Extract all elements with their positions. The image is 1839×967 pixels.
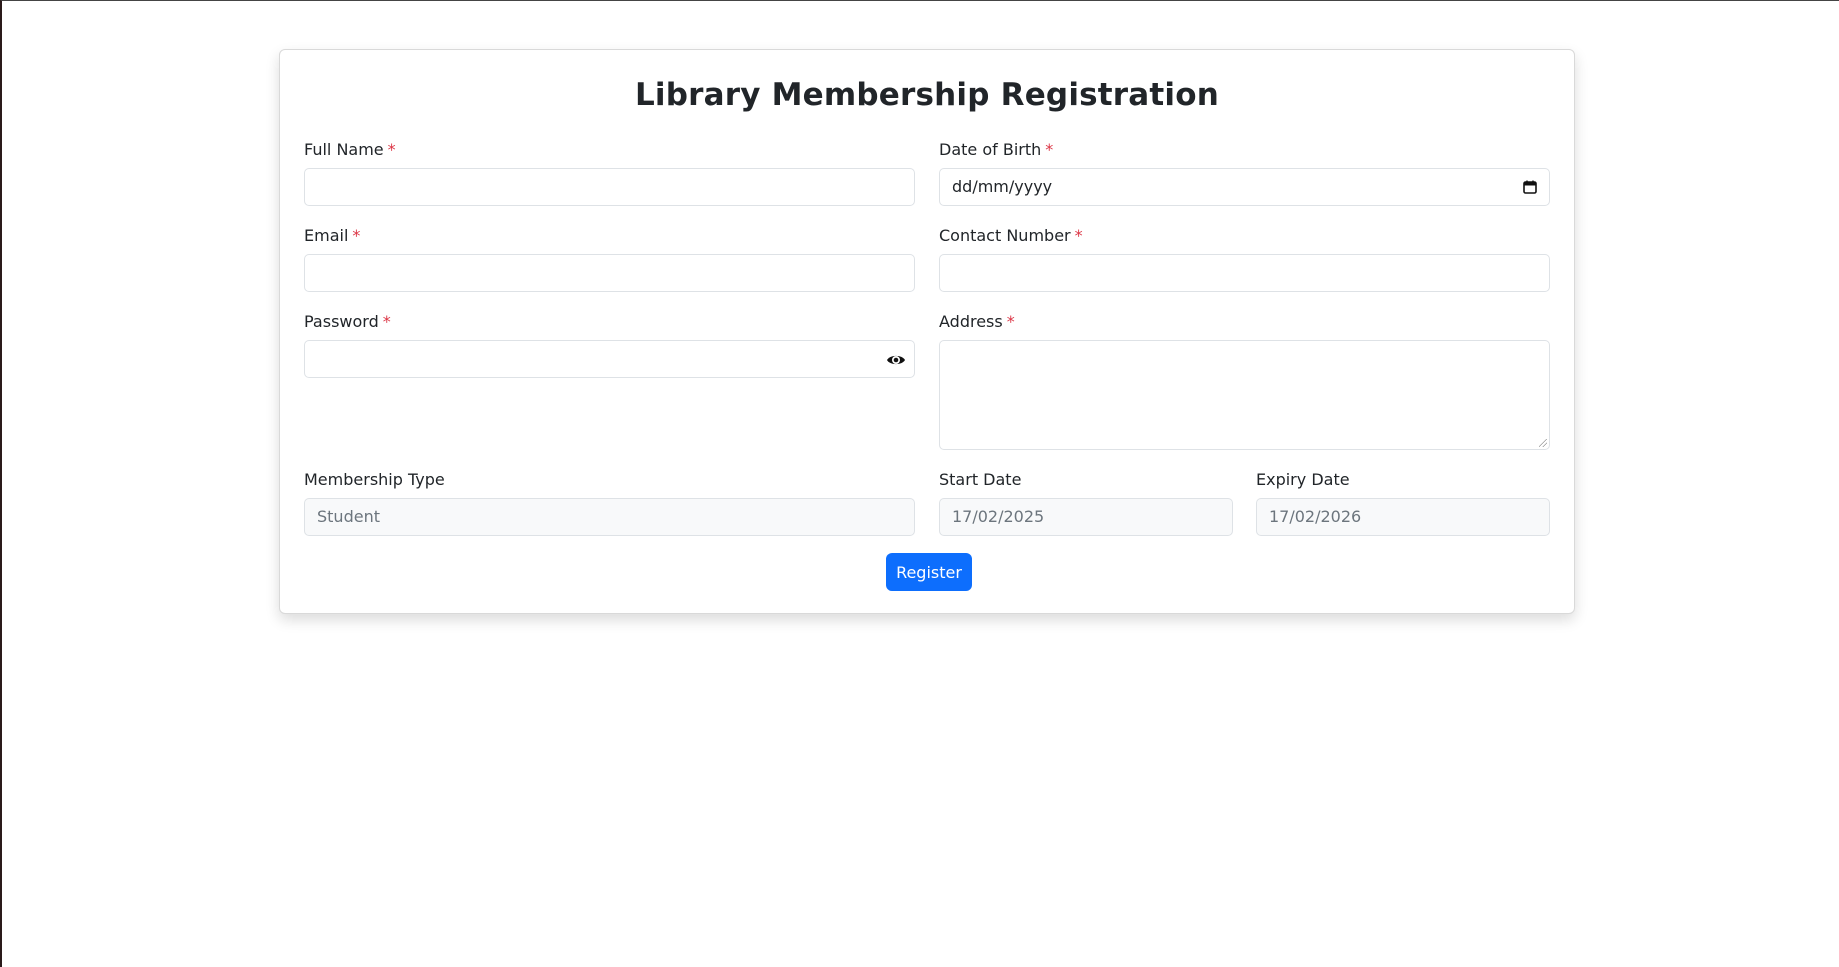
start-date-input: 17/02/2025 [939, 498, 1233, 536]
membership-type-input: Student [304, 498, 915, 536]
date-of-birth-input[interactable]: dd/mm/yyyy [939, 168, 1550, 206]
date-of-birth-placeholder: dd/mm/yyyy [952, 177, 1053, 196]
password-label: Password * [304, 312, 391, 332]
email-label: Email * [304, 226, 360, 246]
page-title: Library Membership Registration [634, 77, 1220, 113]
required-marker: * [1074, 226, 1083, 245]
date-of-birth-label-text: Date of Birth [939, 140, 1042, 159]
email-label-text: Email [304, 226, 349, 245]
password-input[interactable] [304, 340, 915, 378]
membership-type-label: Membership Type [304, 470, 445, 489]
expiry-date-input: 17/02/2026 [1256, 498, 1550, 536]
contact-number-input[interactable] [939, 254, 1550, 292]
eye-icon[interactable] [886, 350, 906, 370]
calendar-icon[interactable] [1523, 180, 1537, 194]
start-date-label: Start Date [939, 470, 1022, 489]
address-label-text: Address [939, 312, 1003, 331]
contact-number-label: Contact Number * [939, 226, 1083, 246]
full-name-label: Full Name * [304, 140, 396, 160]
expiry-date-label: Expiry Date [1256, 470, 1350, 489]
register-button[interactable]: Register [886, 553, 972, 591]
required-marker: * [1006, 312, 1015, 331]
password-label-text: Password [304, 312, 379, 331]
required-marker: * [387, 140, 396, 159]
address-textarea[interactable] [939, 340, 1550, 450]
address-label: Address * [939, 312, 1015, 332]
date-of-birth-label: Date of Birth * [939, 140, 1053, 160]
email-input[interactable] [304, 254, 915, 292]
registration-card: Library Membership Registration Full Nam… [279, 49, 1575, 614]
required-marker: * [352, 226, 361, 245]
full-name-input[interactable] [304, 168, 915, 206]
required-marker: * [382, 312, 391, 331]
required-marker: * [1045, 140, 1054, 159]
resize-handle-icon[interactable] [1539, 439, 1547, 447]
full-name-label-text: Full Name [304, 140, 384, 159]
contact-number-label-text: Contact Number [939, 226, 1071, 245]
